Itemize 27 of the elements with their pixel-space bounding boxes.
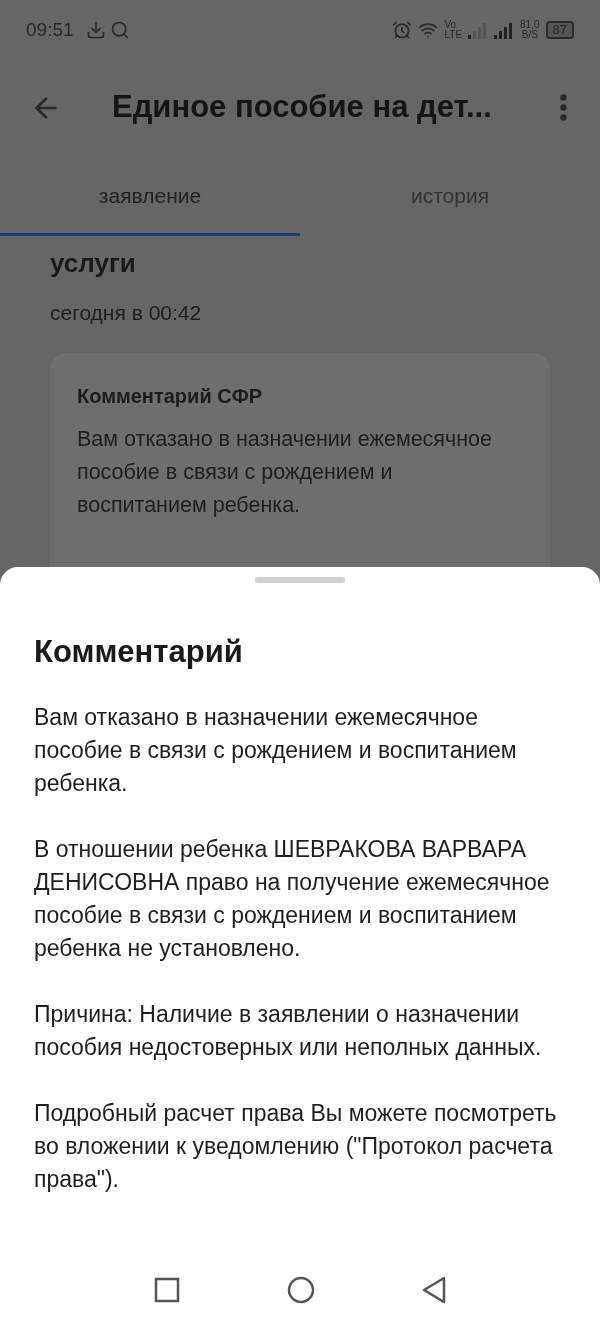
signal-icon [494,21,515,39]
comment-paragraph: Причина: Наличие в заявлении о назначении пособия недостоверных или неполных данных. [34,999,543,1062]
recent-apps-icon[interactable] [153,1277,180,1303]
toolbar-title: Единое пособие на дет... [112,88,492,127]
wifi-icon [418,20,439,40]
alarm-icon [392,20,413,40]
comment-paragraph: Подробный расчет права Вы можете посмотреть во вложении к уведомлению ("Протокол расчета права"). [34,1098,558,1194]
network-label: LTE [444,30,463,40]
more-icon [560,94,567,121]
tab[interactable]: заявление [0,158,300,236]
sheet-title: Комментарий [34,633,244,671]
signal-icon [468,21,489,39]
back-icon[interactable] [422,1276,447,1304]
search-icon [109,20,130,40]
comment-paragraph: В отношении ребенка ШЕВРАКОВА ВАРВАРА ДЕНИСОВНА право на получение ежемесячное пособие в связи с рождением и воспитанием ребенка не установлено. [34,834,551,963]
comment-title: Комментарий СФР [77,383,264,409]
card-time: сегодня в 00:42 [50,300,203,326]
home-icon[interactable] [287,1276,315,1304]
drag-handle[interactable] [255,577,345,583]
comment-paragraph: Вам отказано в назначении ежемесячное пособие в связи с рождением и воспитанием ребенка. [34,702,518,798]
status-time: 09:51 [26,17,74,42]
more-button[interactable] [560,94,567,121]
speed-label: B/S [521,30,538,40]
speed-label: 81,0 [520,20,540,30]
download-icon [85,20,106,40]
card-title: услуги [50,247,137,280]
comment-text: Вам отказано в назначении ежемесячное пособие в связи с рождением и воспитанием ребенка. [77,425,493,519]
